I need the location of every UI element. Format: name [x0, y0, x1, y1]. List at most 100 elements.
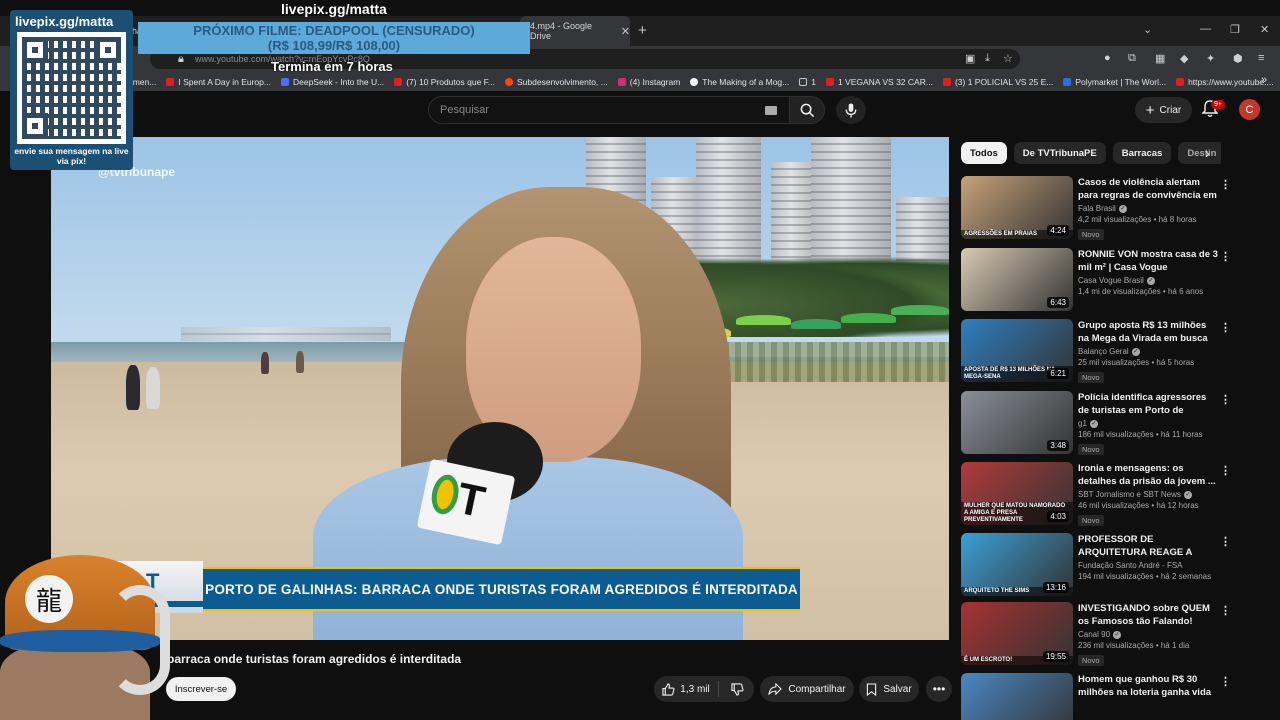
more-options-icon[interactable]: ⋮ — [1220, 250, 1231, 263]
recommendation-item[interactable]: AGRESSÕES EM PRAIAS 4:24 Casos de violênci… — [961, 176, 1273, 242]
extension-purple-icon[interactable]: ◆ — [1180, 52, 1188, 65]
bookmark-item[interactable]: https://www.youtube.... — [1176, 77, 1274, 87]
close-tab-icon[interactable]: ✕ — [621, 25, 630, 38]
youtube-icon — [166, 77, 175, 86]
verified-icon: ✓ — [1183, 490, 1192, 499]
video-thumbnail[interactable]: ARQUITETO THE SIMS 13:16 — [961, 533, 1073, 596]
more-options-icon[interactable]: ⋮ — [1220, 604, 1231, 617]
recommendation-title[interactable]: Ironia e mensagens: os detalhes da prisã… — [1078, 462, 1218, 488]
channel-name[interactable]: Fundação Santo André - FSA — [1078, 561, 1183, 570]
video-player[interactable]: T @tvtribunape T PORTO DE GALINHAS: BARR… — [51, 137, 949, 640]
extension-c-icon[interactable]: ● — [1104, 52, 1111, 64]
more-options-icon[interactable]: ⋮ — [1220, 393, 1231, 406]
bookmark-folder[interactable]: 1 — [799, 77, 816, 87]
channel-name[interactable]: Canal 90 — [1078, 630, 1110, 639]
more-options-icon[interactable]: ⋮ — [1220, 675, 1231, 688]
bookmark-star-icon[interactable]: ☆ — [1003, 52, 1013, 65]
chip-de-tvtribunape[interactable]: De TVTribunaPE — [1013, 142, 1106, 164]
channel-name[interactable]: Casa Vogue Brasil — [1078, 276, 1144, 285]
qr-code-icon — [17, 32, 126, 144]
chevron-right-icon[interactable]: › — [1205, 145, 1210, 161]
recommendation-title[interactable]: Polícia identifica agressores de turista… — [1078, 391, 1218, 417]
plus-icon: + — [1145, 101, 1155, 119]
bookmark-item[interactable]: The Making of a Mog... — [690, 77, 789, 87]
bookmark-item[interactable]: I Spent A Day in Europ... — [166, 77, 271, 87]
voice-search-button[interactable] — [836, 96, 866, 124]
recommendation-item[interactable]: Homem que ganhou R$ 30 milhões na loteri… — [961, 673, 1273, 720]
extension-counter-icon[interactable]: ▦ — [1155, 52, 1165, 65]
bookmark-item[interactable]: 1 VEGANA VS 32 CAR... — [825, 77, 933, 87]
video-thumbnail[interactable] — [961, 673, 1073, 720]
views-and-age: 1,4 mi de visualizações • há 6 anos — [1078, 287, 1204, 296]
subscribe-button[interactable]: Inscrever-se — [166, 677, 236, 701]
dislike-button[interactable] — [720, 676, 754, 702]
search-input[interactable]: Pesquisar — [428, 96, 790, 124]
recommendation-title[interactable]: RONNIE VON mostra casa de 3 mil m² | Cas… — [1078, 248, 1218, 274]
account-avatar[interactable]: C — [1239, 99, 1260, 120]
video-duration: 19:55 — [1042, 651, 1069, 662]
new-badge: Novo — [1078, 515, 1104, 526]
save-button[interactable]: Salvar — [859, 676, 919, 702]
close-window-icon[interactable]: ✕ — [1260, 23, 1269, 36]
more-options-icon[interactable]: ⋮ — [1220, 178, 1231, 191]
like-button[interactable]: 1,3 mil — [654, 676, 718, 702]
minimize-icon[interactable]: — — [1200, 23, 1211, 35]
search-button[interactable] — [789, 96, 825, 124]
chip-destinos[interactable]: Destin — [1178, 142, 1221, 164]
recommendation-title[interactable]: Homem que ganhou R$ 30 milhões na loteri… — [1078, 673, 1218, 699]
extensions-icon[interactable]: ⧉ — [1128, 52, 1136, 65]
recommendation-item[interactable]: APOSTA DE R$ 13 MILHÕES NA MEGA-SENA 6:21… — [961, 319, 1273, 385]
recommendation-item[interactable]: É UM ESCROTO! 19:55 INVESTIGANDO sobre QUE… — [961, 602, 1273, 668]
browser-tab-active[interactable]: 4.mp4 - Google Drive ✕ — [520, 16, 630, 46]
more-actions-icon[interactable]: ••• — [926, 676, 952, 702]
video-skyline — [181, 327, 391, 341]
video-thumbnail[interactable]: APOSTA DE R$ 13 MILHÕES NA MEGA-SENA 6:21 — [961, 319, 1073, 382]
bookmark-item[interactable]: (4) Instagram — [617, 77, 680, 87]
recommendation-item[interactable]: 3:48 Polícia identifica agressores de tur… — [961, 391, 1273, 457]
channel-name[interactable]: Fala Brasil — [1078, 204, 1116, 213]
more-options-icon[interactable]: ⋮ — [1220, 535, 1231, 548]
keyboard-icon[interactable] — [765, 106, 777, 115]
bookmark-item[interactable]: Subdesenvolvimento, ... — [505, 77, 608, 87]
video-thumbnail[interactable]: AGRESSÕES EM PRAIAS 4:24 — [961, 176, 1073, 239]
menu-icon[interactable]: ≡ — [1258, 52, 1264, 64]
share-button[interactable]: Compartilhar — [760, 676, 854, 702]
bookmarks-overflow-icon[interactable]: » — [1261, 74, 1267, 86]
recommendation-meta: Ironia e mensagens: os detalhes da prisã… — [1078, 462, 1218, 528]
like-divider — [718, 681, 719, 697]
recommendation-title[interactable]: Grupo aposta R$ 13 milhões na Mega da Vi… — [1078, 319, 1218, 345]
video-thumbnail[interactable]: MULHER QUE MATOU NAMORADO A AMIGA E PRES… — [961, 462, 1073, 525]
bookmark-item[interactable]: DeepSeek - Into the U... — [280, 77, 384, 87]
create-button[interactable]: + Criar — [1135, 97, 1192, 123]
video-thumbnail[interactable]: 3:48 — [961, 391, 1073, 454]
bookmark-item[interactable]: Polymarket | The Worl... — [1063, 77, 1166, 87]
recommendation-item[interactable]: 6:43 RONNIE VON mostra casa de 3 mil m² |… — [961, 248, 1273, 314]
recommendation-title[interactable]: Casos de violência alertam para regras d… — [1078, 176, 1218, 202]
recommendation-item[interactable]: MULHER QUE MATOU NAMORADO A AMIGA E PRES… — [961, 462, 1273, 528]
maximize-icon[interactable]: ❐ — [1230, 23, 1240, 36]
bookmark-item[interactable]: (7) 10 Produtos que F... — [394, 77, 495, 87]
channel-name[interactable]: Balanço Geral — [1078, 347, 1129, 356]
more-options-icon[interactable]: ⋮ — [1220, 321, 1231, 334]
channel-name[interactable]: SBT Jornalismo e SBT News — [1078, 490, 1181, 499]
chip-todos[interactable]: Todos — [961, 142, 1007, 164]
recommendation-title[interactable]: PROFESSOR DE ARQUITETURA REAGE A CASAS N… — [1078, 533, 1218, 559]
extension-icon[interactable]: ✦ — [1206, 52, 1215, 65]
recommendation-item[interactable]: ARQUITETO THE SIMS 13:16 PROFESSOR DE ARQU… — [961, 533, 1273, 599]
screen: ha 4.mp4 - Google Drive ✕ + ⌄ — ❐ ✕ ◎ 🔒︎… — [0, 0, 1280, 720]
recommendation-title[interactable]: INVESTIGANDO sobre QUEM os Famosos tão F… — [1078, 602, 1218, 628]
channel-name[interactable]: g1 — [1078, 419, 1087, 428]
verified-icon: ✓ — [1118, 204, 1127, 213]
adblock-icon[interactable]: ⬢ — [1233, 52, 1243, 65]
chip-barracas[interactable]: Barracas — [1112, 142, 1172, 164]
video-thumbnail[interactable]: 6:43 — [961, 248, 1073, 311]
new-tab-icon[interactable]: + — [638, 22, 647, 39]
bookmarks-bar: amen... I Spent A Day in Europ... DeepSe… — [0, 72, 1280, 91]
more-options-icon[interactable]: ⋮ — [1220, 464, 1231, 477]
download-icon[interactable]: ⤓ — [985, 52, 990, 65]
video-thumbnail[interactable]: É UM ESCROTO! 19:55 — [961, 602, 1073, 665]
bookmark-item[interactable]: (3) 1 POLICIAL VS 25 E... — [942, 77, 1053, 87]
tab-search-icon[interactable]: ⌄ — [1143, 23, 1152, 36]
recommendation-meta: RONNIE VON mostra casa de 3 mil m² | Cas… — [1078, 248, 1218, 296]
install-icon[interactable]: ▣ — [965, 52, 975, 65]
